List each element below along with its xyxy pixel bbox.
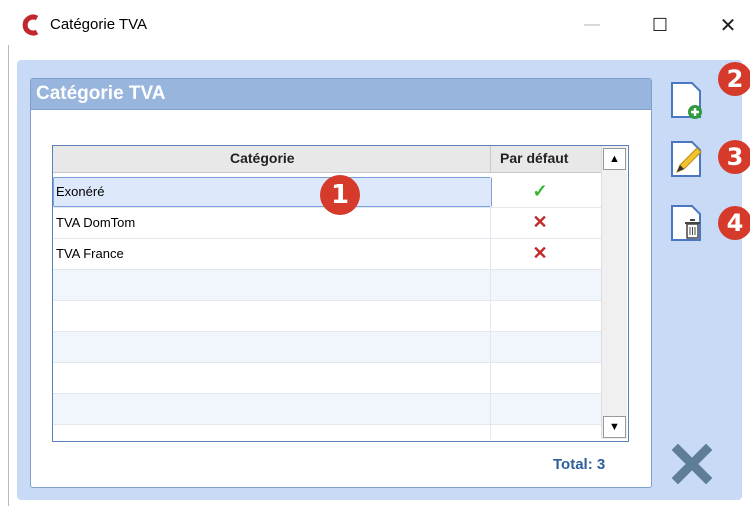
callout-2: 2	[718, 62, 750, 96]
empty-row[interactable]	[53, 332, 601, 363]
close-button[interactable]: ✕	[708, 10, 748, 40]
maximize-button[interactable]: ☐	[640, 10, 680, 40]
row-categorie: Exonéré	[56, 184, 105, 199]
callout-3: 3	[718, 140, 750, 174]
window-frame	[8, 45, 9, 506]
row-categorie: TVA DomTom	[56, 215, 136, 230]
column-divider	[490, 332, 491, 362]
empty-row[interactable]	[53, 394, 601, 425]
scroll-down-button[interactable]: ▼	[603, 416, 626, 438]
selected-cell[interactable]	[53, 177, 492, 207]
document-add-icon[interactable]	[669, 80, 703, 120]
column-divider	[490, 301, 491, 331]
empty-row[interactable]	[53, 301, 601, 332]
scroll-up-button[interactable]: ▲	[603, 148, 626, 170]
column-header-categorie[interactable]: Catégorie	[230, 150, 295, 166]
window-title: Catégorie TVA	[50, 16, 147, 33]
cross-icon: ✕	[532, 212, 548, 232]
empty-row[interactable]	[53, 425, 601, 439]
row-categorie: TVA France	[56, 246, 124, 261]
table-row[interactable]	[53, 239, 601, 270]
minimize-button[interactable]: —	[572, 10, 612, 40]
column-header-par-defaut[interactable]: Par défaut	[500, 150, 568, 166]
column-divider	[490, 177, 491, 207]
column-divider	[490, 270, 491, 300]
panel-title: Catégorie TVA	[36, 83, 166, 104]
empty-row[interactable]	[53, 363, 601, 394]
empty-row[interactable]	[53, 270, 601, 301]
callout-4: 4	[718, 206, 750, 240]
document-edit-icon[interactable]	[669, 139, 703, 179]
column-divider	[490, 363, 491, 393]
cancel-x-icon[interactable]	[670, 442, 714, 486]
column-divider	[490, 146, 491, 172]
column-divider	[490, 239, 491, 269]
document-delete-icon[interactable]	[669, 203, 703, 243]
total-count: Total: 3	[553, 456, 606, 473]
column-divider	[490, 425, 491, 439]
callout-1: 1	[320, 175, 360, 215]
app-logo-icon	[22, 14, 39, 36]
cross-icon: ✕	[532, 243, 548, 263]
check-icon: ✓	[532, 181, 548, 201]
column-divider	[490, 208, 491, 238]
vertical-scrollbar[interactable]	[601, 146, 627, 439]
column-divider	[490, 394, 491, 424]
